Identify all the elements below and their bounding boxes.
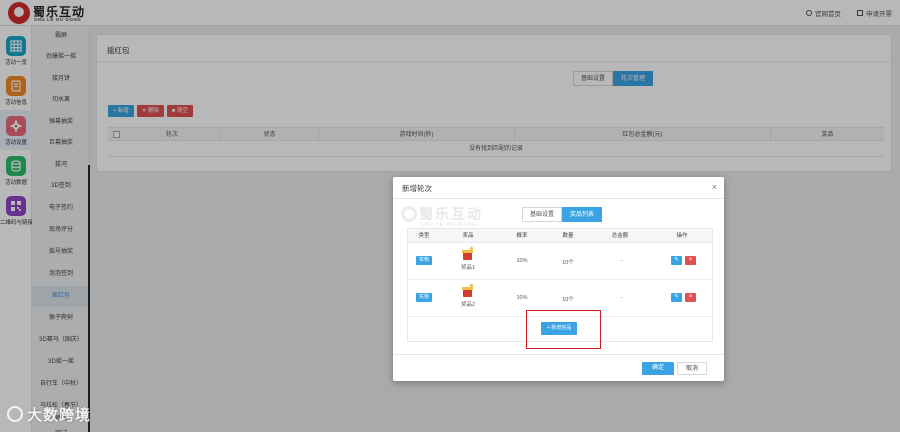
dialog-footer: 确定 取消 [393, 354, 724, 381]
prize-total: - [621, 258, 623, 264]
gift-box-icon [461, 283, 474, 297]
table-row: 实物 奖品1 10% 10个 - ✎ × [408, 243, 712, 280]
prize-probability: 10% [516, 258, 528, 264]
close-icon[interactable]: × [712, 182, 717, 192]
type-badge: 实物 [416, 293, 433, 302]
prize-name: 奖品2 [460, 302, 476, 308]
col-total-amount: 总金额 [611, 233, 629, 239]
prize-quantity: 10个 [562, 260, 574, 266]
prize-total: - [621, 295, 623, 301]
prize-name: 奖品1 [460, 265, 476, 271]
col-probability: 概率 [516, 233, 528, 239]
dialog-tabs: 基础设置 奖品列表 [522, 207, 603, 222]
new-round-dialog: 新增轮次 × 蜀乐互动 SHU LE HU DONG 基础设置 奖品列表 类型 … [393, 177, 724, 381]
watermark-text: 蜀乐互动 [419, 207, 483, 223]
tab-prize-list[interactable]: 奖品列表 [562, 207, 603, 222]
tab-basic-settings[interactable]: 基础设置 [522, 207, 563, 222]
col-type: 类型 [418, 233, 430, 239]
edit-icon[interactable]: ✎ [671, 293, 682, 302]
type-badge: 实物 [416, 256, 433, 265]
corner-watermark: 大数跨境 [7, 403, 91, 425]
col-operations: 操作 [676, 233, 688, 239]
col-prize: 奖品 [462, 233, 474, 239]
corner-watermark-text: 大数跨境 [27, 406, 92, 424]
annotation-highlight-box [526, 310, 601, 349]
edit-icon[interactable]: ✎ [671, 256, 682, 265]
watermark-logo-icon [7, 406, 23, 422]
dialog-title: 新增轮次 [402, 184, 432, 193]
dialog-header: 新增轮次 × [393, 177, 724, 199]
delete-icon[interactable]: × [685, 293, 696, 302]
cancel-button[interactable]: 取消 [677, 362, 708, 375]
delete-icon[interactable]: × [685, 256, 696, 265]
prize-quantity: 10个 [562, 297, 574, 303]
col-quantity: 数量 [562, 233, 574, 239]
prize-table-header: 类型 奖品 概率 数量 总金额 操作 [408, 229, 712, 243]
gift-box-icon [461, 246, 474, 260]
watermark-logo-icon [401, 206, 417, 222]
confirm-button[interactable]: 确定 [642, 362, 675, 375]
prize-probability: 10% [516, 295, 528, 301]
